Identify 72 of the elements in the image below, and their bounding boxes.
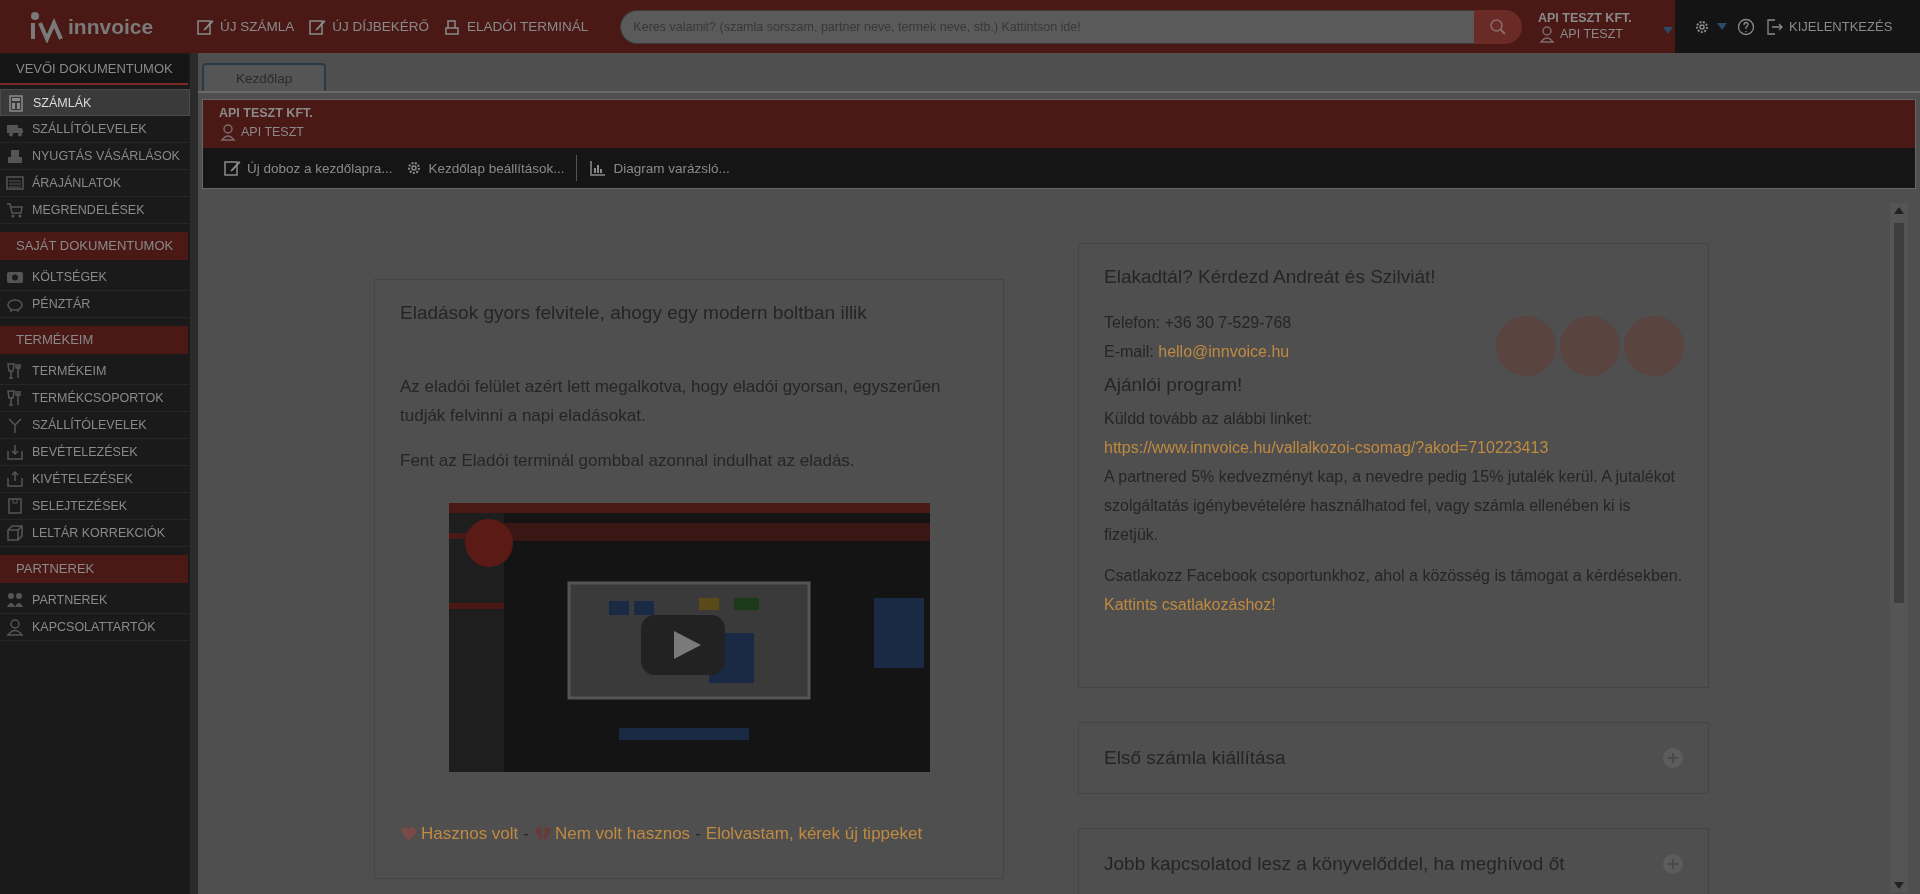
company-name: API TESZT KFT. bbox=[1538, 10, 1633, 25]
sidebar-item[interactable]: TERMÉKEIM bbox=[0, 358, 190, 385]
feedback-link[interactable]: Elolvastam, kérek új tippeket bbox=[705, 824, 923, 844]
box-icon bbox=[6, 497, 24, 515]
sidebar-item[interactable]: BEVÉTELEZÉSEK bbox=[0, 439, 190, 466]
toolbar-button[interactable]: Új doboz a kezdőlapra... bbox=[223, 159, 393, 177]
section-header: VEVŐI DOKUMENTUMOK bbox=[0, 55, 188, 85]
sidebar-item[interactable]: MEGRENDELÉSEK bbox=[0, 197, 190, 224]
nav-link[interactable]: ELADÓI TERMINÁL bbox=[443, 17, 589, 36]
bar-chart-icon bbox=[589, 159, 608, 177]
sidebar-item[interactable]: SZÁLLÍTÓLEVELEK bbox=[0, 412, 190, 439]
nav-link[interactable]: ÚJ DÍJBEKÉRŐ bbox=[308, 17, 430, 36]
sidebar-item[interactable]: ÁRAJÁNLATOK bbox=[0, 170, 190, 197]
sidebar-item[interactable]: SZÁLLÍTÓLEVELEK bbox=[0, 116, 190, 143]
sidebar-item[interactable]: PÉNZTÁR bbox=[0, 291, 190, 318]
list-icon bbox=[6, 174, 24, 192]
toolbar-button[interactable]: Kezdőlap beállítások... bbox=[404, 159, 565, 177]
pencil-icon bbox=[196, 17, 214, 36]
cash-register-icon bbox=[443, 17, 462, 36]
company-name: API TESZT KFT. bbox=[219, 106, 314, 120]
section-header: TERMÉKEIM bbox=[0, 326, 188, 354]
feedback-link[interactable]: Nem volt hasznos bbox=[534, 824, 691, 844]
person-icon bbox=[6, 618, 24, 636]
separator: - bbox=[523, 824, 529, 844]
user-icon bbox=[1538, 24, 1556, 43]
logo-text: innvoice bbox=[68, 14, 154, 39]
section-header: SAJÁT DOKUMENTUMOK bbox=[0, 232, 188, 260]
user-name: API TESZT bbox=[1560, 26, 1623, 41]
caret-icon bbox=[1717, 23, 1727, 30]
help-icon bbox=[1737, 17, 1755, 36]
section-header: PARTNEREK bbox=[0, 555, 188, 583]
pencil-icon bbox=[308, 17, 327, 36]
facebook-link[interactable]: Kattints csatlakozáshoz! bbox=[1104, 596, 1276, 613]
search-button[interactable] bbox=[1474, 9, 1522, 44]
sidebar-item[interactable]: SZÁMLÁK bbox=[0, 89, 190, 116]
arrow-up-icon bbox=[1894, 207, 1904, 214]
sidebar-item[interactable]: KÖLTSÉGEK bbox=[0, 264, 190, 291]
toolbar-button[interactable]: Diagram varázsló... bbox=[589, 159, 730, 177]
search-icon bbox=[1489, 17, 1507, 36]
box-out-icon bbox=[6, 470, 24, 488]
people-icon bbox=[6, 591, 24, 609]
sidebar-item[interactable]: PARTNEREK bbox=[0, 587, 190, 614]
arrow-down-icon bbox=[1894, 882, 1904, 889]
feedback-link[interactable]: Hasznos volt bbox=[400, 824, 519, 844]
glass-and-fork-icon bbox=[6, 389, 24, 407]
sidebar-item[interactable]: TERMÉKCSOPORTOK bbox=[0, 385, 190, 412]
broken-heart-icon bbox=[534, 825, 552, 843]
calculator-icon bbox=[7, 93, 25, 112]
caret-icon bbox=[1663, 26, 1673, 34]
user-icon bbox=[219, 123, 237, 141]
separator: - bbox=[695, 824, 701, 844]
sidebar-item[interactable]: NYUGTÁS VÁSÁRLÁSOK bbox=[0, 143, 190, 170]
referral-link[interactable]: https://www.innvoice.hu/vallalkozoi-csomag/?akod=710223413 bbox=[1104, 433, 1683, 462]
glass-and-fork-icon bbox=[6, 362, 24, 380]
sidebar-item[interactable]: SELEJTEZÉSEK bbox=[0, 493, 190, 520]
user-name: API TESZT bbox=[241, 125, 304, 139]
pencil-icon bbox=[223, 159, 241, 177]
nav-link[interactable]: ÚJ SZÁMLA bbox=[196, 17, 295, 36]
heart-icon bbox=[400, 825, 418, 843]
logo-icon bbox=[28, 10, 64, 43]
scrollbar[interactable] bbox=[1890, 203, 1908, 893]
sidebar-item[interactable]: KIVÉTELEZÉSEK bbox=[0, 466, 190, 493]
cart-icon bbox=[6, 201, 24, 219]
email-link[interactable]: hello@innvoice.hu bbox=[1158, 343, 1290, 360]
sidebar-item[interactable]: KAPCSOLATTARTÓK bbox=[0, 614, 190, 641]
logout-button[interactable]: KIJELENTKEZÉS bbox=[1765, 17, 1893, 36]
cube-icon bbox=[6, 524, 24, 542]
box-in-icon bbox=[6, 443, 24, 461]
help-button[interactable] bbox=[1737, 17, 1755, 36]
logout-icon bbox=[1765, 17, 1783, 36]
sidebar-item[interactable]: LELTÁR KORREKCIÓK bbox=[0, 520, 190, 547]
cash-register-icon bbox=[6, 147, 24, 165]
